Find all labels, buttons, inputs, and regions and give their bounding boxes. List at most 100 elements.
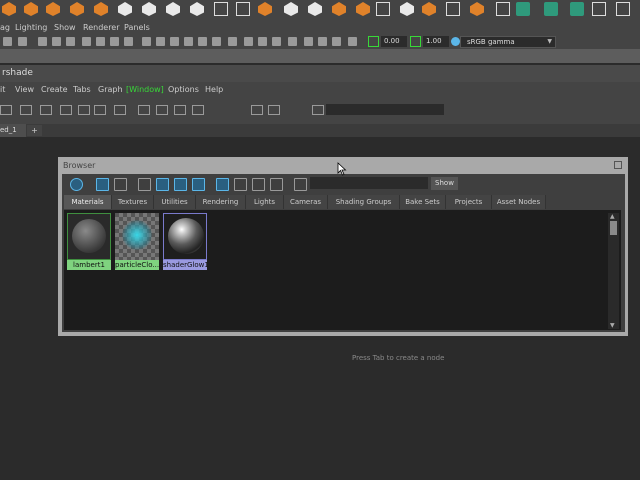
textured-icon[interactable] bbox=[184, 37, 193, 46]
hs-menu-help[interactable]: Help bbox=[205, 85, 223, 94]
hs-menu-view[interactable]: View bbox=[15, 85, 34, 94]
shelf-boolean-icon[interactable] bbox=[356, 2, 370, 16]
hs-menu-tabs[interactable]: Tabs bbox=[73, 85, 91, 94]
input-output-icon[interactable] bbox=[60, 105, 72, 115]
menu-show[interactable]: Show bbox=[54, 23, 76, 32]
swatch-scrollbar[interactable]: ▲ ▼ bbox=[608, 213, 619, 329]
hs-menu-edit[interactable]: it bbox=[0, 85, 5, 94]
shelf-combine-icon[interactable] bbox=[258, 2, 272, 16]
float-icon[interactable] bbox=[614, 161, 622, 169]
color-management-icon[interactable] bbox=[451, 37, 460, 46]
browser-small-icon[interactable] bbox=[138, 178, 151, 191]
menu-panels[interactable]: Panels bbox=[124, 23, 150, 32]
shelf-mirror-icon[interactable] bbox=[332, 2, 346, 16]
sort-by-name-icon[interactable] bbox=[216, 178, 229, 191]
shelf-plane-icon[interactable] bbox=[94, 2, 108, 16]
tab-bake-sets[interactable]: Bake Sets bbox=[400, 195, 446, 209]
tab-utilities[interactable]: Utilities bbox=[154, 195, 196, 209]
refresh-icon[interactable] bbox=[312, 105, 324, 115]
shelf-insert-loop-icon[interactable] bbox=[400, 2, 414, 16]
menu-shading[interactable]: ag bbox=[0, 23, 10, 32]
shelf-merge-icon[interactable] bbox=[376, 2, 390, 16]
hs-menu-create[interactable]: Create bbox=[41, 85, 68, 94]
xray-joints-icon[interactable] bbox=[258, 37, 267, 46]
browser-large-icon[interactable] bbox=[174, 178, 187, 191]
camera-icon[interactable] bbox=[3, 37, 12, 46]
isolate-select-icon[interactable] bbox=[228, 37, 237, 46]
rearrange-icon[interactable] bbox=[114, 105, 126, 115]
smooth-shade-icon[interactable] bbox=[156, 37, 165, 46]
material-swatch-particlecloud[interactable]: particleClo... bbox=[115, 213, 159, 270]
tab-lights[interactable]: Lights bbox=[246, 195, 284, 209]
shelf-settings-icon[interactable] bbox=[616, 2, 630, 16]
hud-icon[interactable] bbox=[348, 37, 357, 46]
shelf-bridge-icon[interactable] bbox=[214, 2, 228, 16]
menu-lighting[interactable]: Lighting bbox=[15, 23, 47, 32]
output-connections-icon[interactable] bbox=[78, 105, 90, 115]
shelf-sculpt-icon[interactable] bbox=[516, 2, 530, 16]
tab-rendering[interactable]: Rendering bbox=[196, 195, 246, 209]
shelf-extrude-icon[interactable] bbox=[166, 2, 180, 16]
sort-by-type-icon[interactable] bbox=[234, 178, 247, 191]
shelf-separate-icon[interactable] bbox=[284, 2, 298, 16]
tab-asset-nodes[interactable]: Asset Nodes bbox=[492, 195, 546, 209]
shelf-normals-icon[interactable] bbox=[470, 2, 484, 16]
tab-materials[interactable]: Materials bbox=[64, 195, 112, 209]
exposure-icon[interactable] bbox=[368, 36, 379, 47]
hypershade-search-input[interactable] bbox=[326, 104, 444, 115]
shelf-cleanup-icon[interactable] bbox=[496, 2, 510, 16]
shadows-icon[interactable] bbox=[212, 37, 221, 46]
tab-textures[interactable]: Textures bbox=[112, 195, 154, 209]
simple-view-icon[interactable] bbox=[138, 105, 150, 115]
tab-projects[interactable]: Projects bbox=[446, 195, 492, 209]
graph-tab[interactable]: ed_1 bbox=[0, 124, 26, 137]
add-tab-button[interactable]: + bbox=[27, 125, 42, 136]
lights-icon[interactable] bbox=[198, 37, 207, 46]
browser-search-input[interactable] bbox=[310, 177, 428, 189]
gamma-icon[interactable] bbox=[410, 36, 421, 47]
browser-filter-icon[interactable] bbox=[294, 178, 307, 191]
shelf-multicut-icon[interactable] bbox=[422, 2, 436, 16]
xray-icon[interactable] bbox=[244, 37, 253, 46]
tab-shading-groups[interactable]: Shading Groups bbox=[328, 195, 400, 209]
material-swatch-lambert1[interactable]: lambert1 bbox=[67, 213, 111, 270]
tab-cameras[interactable]: Cameras bbox=[284, 195, 328, 209]
full-view-icon[interactable] bbox=[174, 105, 186, 115]
wireframe-on-shaded-icon[interactable] bbox=[170, 37, 179, 46]
connected-view-icon[interactable] bbox=[156, 105, 168, 115]
browser-xlarge-icon[interactable] bbox=[192, 178, 205, 191]
hs-menu-graph[interactable]: Graph bbox=[98, 85, 123, 94]
show-button[interactable]: Show bbox=[431, 177, 458, 190]
frame-all-icon[interactable] bbox=[40, 105, 52, 115]
film-gate-icon[interactable] bbox=[82, 37, 91, 46]
exposure-field[interactable]: 0.00 bbox=[381, 36, 407, 47]
gate-mask-icon[interactable] bbox=[110, 37, 119, 46]
antialiasing-icon[interactable] bbox=[318, 37, 327, 46]
shelf-relax-icon[interactable] bbox=[544, 2, 558, 16]
browser-globe-icon[interactable] bbox=[70, 178, 83, 191]
browser-medium-icon[interactable] bbox=[156, 178, 169, 191]
menu-renderer[interactable]: Renderer bbox=[83, 23, 120, 32]
field-chart-icon[interactable] bbox=[124, 37, 133, 46]
wireframe-icon[interactable] bbox=[142, 37, 151, 46]
custom-view-icon[interactable] bbox=[192, 105, 204, 115]
shelf-bevel-icon[interactable] bbox=[190, 2, 204, 16]
shelf-smooth-icon[interactable] bbox=[308, 2, 322, 16]
camera-attr-icon[interactable] bbox=[18, 37, 27, 46]
browser-list-icon[interactable] bbox=[114, 178, 127, 191]
shelf-cube-icon[interactable] bbox=[24, 2, 38, 16]
ssao-icon[interactable] bbox=[288, 37, 297, 46]
xray-components-icon[interactable] bbox=[272, 37, 281, 46]
shelf-freeze-icon[interactable] bbox=[592, 2, 606, 16]
pin-icon[interactable] bbox=[268, 105, 280, 115]
gamma-field[interactable]: 1.00 bbox=[423, 36, 449, 47]
shelf-fill-hole-icon[interactable] bbox=[236, 2, 250, 16]
shelf-torus-icon[interactable] bbox=[118, 2, 132, 16]
scroll-down-icon[interactable]: ▼ bbox=[610, 322, 615, 329]
material-swatch-shaderglow1[interactable]: shaderGlow1 bbox=[163, 213, 207, 270]
image-plane-icon[interactable] bbox=[52, 37, 61, 46]
motion-blur-icon[interactable] bbox=[304, 37, 313, 46]
clear-graph-icon[interactable] bbox=[94, 105, 106, 115]
resolution-gate-icon[interactable] bbox=[96, 37, 105, 46]
browser-swatch-icon[interactable] bbox=[96, 178, 109, 191]
